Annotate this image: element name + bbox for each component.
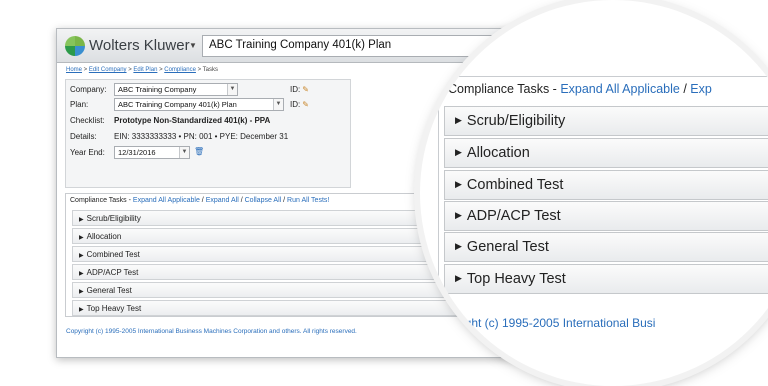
year-end-row: Year End: — [70, 148, 114, 157]
task-label: General Test — [86, 286, 132, 295]
magnifier-task-row-top-heavy-test[interactable]: ▶ Top Heavy Test — [444, 264, 768, 294]
task-label: Top Heavy Test — [86, 304, 142, 313]
magnifier-task-label: Scrub/Eligibility — [466, 113, 566, 129]
magnifier-task-label: Top Heavy Test — [466, 271, 566, 287]
magnifier-panel-frame — [438, 76, 442, 308]
plan-value: ABC Training Company 401(k) Plan — [118, 100, 237, 109]
details-value: EIN: 3333333333 • PN: 001 • PYE: Decembe… — [114, 132, 289, 141]
triangle-right-icon: ▶ — [455, 115, 462, 125]
chevron-down-icon: ▼ — [227, 84, 237, 95]
company-value: ABC Training Company — [118, 85, 197, 94]
triangle-right-icon: ▶ — [455, 273, 462, 283]
triangle-right-icon: ▶ — [79, 217, 84, 223]
chevron-down-icon: ▼ — [273, 99, 283, 110]
magnifier-expand-all-applicable-link[interactable]: Expand All Applicable — [560, 82, 680, 96]
triangle-right-icon: ▶ — [79, 235, 84, 241]
triangle-right-icon: ▶ — [79, 253, 84, 259]
magnifier-task-row-adp-acp-test[interactable]: ▶ ADP/ACP Test — [444, 201, 768, 231]
breadcrumb-edit-plan[interactable]: Edit Plan — [133, 67, 157, 73]
magnifier-task-row-scrub-eligibility[interactable]: ▶ Scrub/Eligibility — [444, 106, 768, 136]
magnifier-task-label: Allocation — [466, 145, 530, 161]
magnifier-expand-link-truncated[interactable]: Exp — [690, 82, 712, 96]
magnifier-tasks-header: Compliance Tasks - Expand All Applicable… — [448, 82, 712, 96]
triangle-right-icon: ▶ — [79, 307, 84, 313]
magnifier-link-sep: / — [679, 82, 691, 96]
breadcrumb: Home > Edit Company > Edit Plan > Compli… — [66, 67, 218, 73]
id-label: ID: — [290, 85, 301, 94]
brand-menu[interactable]: Wolters Kluwer — [89, 37, 190, 54]
plan-label: Plan: — [70, 100, 89, 109]
year-end-label: Year End: — [70, 148, 105, 157]
company-label: Company: — [70, 85, 107, 94]
breadcrumb-home[interactable]: Home — [66, 67, 82, 73]
task-label: Allocation — [86, 232, 122, 241]
chevron-down-icon[interactable]: ▼ — [189, 41, 197, 50]
plan-id: ID: ✎ — [290, 100, 309, 109]
company-row: Company: — [70, 85, 114, 94]
magnifier-task-label: ADP/ACP Test — [466, 208, 561, 224]
plan-select[interactable]: ABC Training Company 401(k) Plan ▼ — [114, 98, 284, 111]
breadcrumb-sep: > — [195, 67, 203, 73]
magnifier-task-row-combined-test[interactable]: ▶ Combined Test — [444, 170, 768, 200]
magnifier-copyright-text: yright (c) 1995-2005 International Busi — [452, 316, 656, 330]
pencil-icon[interactable]: ✎ — [302, 85, 309, 94]
triangle-right-icon: ▶ — [79, 271, 84, 277]
magnifier-tasks-title: Compliance Tasks - — [448, 82, 561, 96]
magnifier-task-row-allocation[interactable]: ▶ Allocation — [444, 138, 768, 168]
task-label: Combined Test — [86, 250, 140, 259]
year-end-select[interactable]: 12/31/2016 ▼ — [114, 146, 190, 159]
plan-info-panel: Company: ABC Training Company ▼ ID: ✎ Pla… — [65, 79, 351, 188]
breadcrumb-edit-company[interactable]: Edit Company — [89, 67, 127, 73]
wolters-kluwer-logo-icon — [65, 36, 85, 56]
task-label: ADP/ACP Test — [86, 268, 139, 277]
trash-icon[interactable]: 🗑 — [194, 147, 204, 156]
triangle-right-icon: ▶ — [455, 241, 462, 251]
triangle-right-icon: ▶ — [455, 179, 462, 189]
triangle-right-icon: ▶ — [455, 147, 462, 157]
expand-all-link[interactable]: Expand All — [206, 197, 239, 204]
breadcrumb-current: Tasks — [202, 67, 219, 73]
triangle-right-icon: ▶ — [79, 289, 84, 295]
magnifier-task-row-general-test[interactable]: ▶ General Test — [444, 232, 768, 262]
checklist-value: Prototype Non-Standardized 401(k) - PPA — [114, 116, 271, 125]
copyright-text: Copyright (c) 1995-2005 International Bu… — [66, 328, 357, 335]
plan-row: Plan: — [70, 100, 114, 109]
expand-all-applicable-link[interactable]: Expand All Applicable — [133, 197, 200, 204]
checklist-row: Checklist: Prototype Non-Standardized 401… — [70, 116, 270, 125]
chevron-down-icon: ▼ — [179, 147, 189, 158]
year-end-value: 12/31/2016 — [118, 148, 156, 157]
company-id: ID: ✎ — [290, 85, 309, 94]
checklist-label: Checklist: — [70, 116, 105, 125]
compliance-tasks-header: Compliance Tasks - Expand All Applicable… — [70, 197, 329, 204]
triangle-right-icon: ▶ — [455, 210, 462, 220]
magnifier-task-label: General Test — [466, 239, 549, 255]
magnifier-content: Compliance Tasks - Expand All Applicable… — [420, 0, 768, 386]
task-label: Scrub/Eligibility — [86, 214, 141, 223]
tasks-title: Compliance Tasks - — [70, 197, 133, 204]
pencil-icon[interactable]: ✎ — [302, 100, 309, 109]
collapse-all-link[interactable]: Collapse All — [245, 197, 282, 204]
run-all-tests-link[interactable]: Run All Tests! — [287, 197, 329, 204]
magnifier-task-label: Combined Test — [466, 177, 564, 193]
id-label: ID: — [290, 100, 301, 109]
breadcrumb-compliance[interactable]: Compliance — [164, 67, 196, 73]
company-select[interactable]: ABC Training Company ▼ — [114, 83, 238, 96]
details-row: Details: EIN: 3333333333 • PN: 001 • PYE:… — [70, 132, 288, 141]
breadcrumb-sep: > — [82, 67, 89, 73]
details-label: Details: — [70, 132, 97, 141]
magnifier-lens: Compliance Tasks - Expand All Applicable… — [420, 0, 768, 386]
